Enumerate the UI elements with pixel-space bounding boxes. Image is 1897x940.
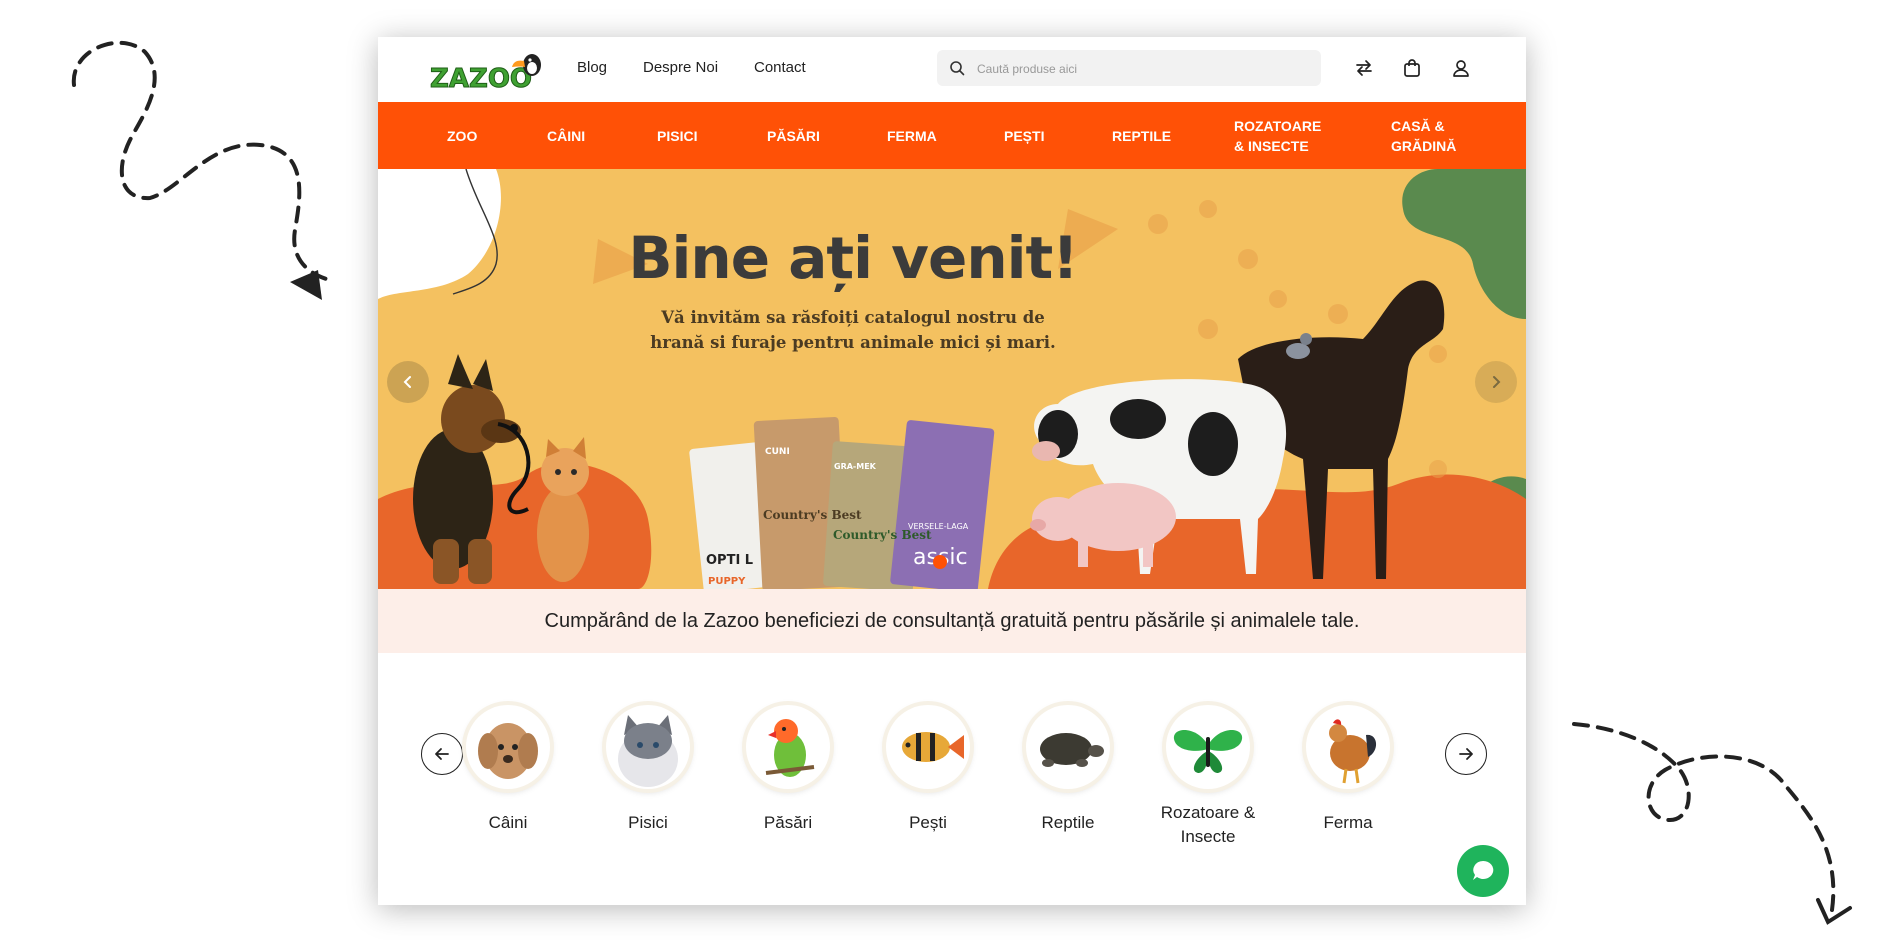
- category-label-pasari: Păsări: [763, 813, 813, 832]
- nav-item-pasari[interactable]: PĂSĂRI: [767, 102, 820, 169]
- product-puppy-label: PUPPY: [708, 576, 746, 587]
- nav-item-reptile[interactable]: REPTILE: [1112, 102, 1171, 169]
- category-nav: ZOO CÂINI PISICI PĂSĂRI FERMA PEȘTI REPT…: [378, 102, 1526, 169]
- product-countrys-best-1: Country's Best: [763, 508, 862, 522]
- hero-title: Bine ați venit!: [628, 224, 1078, 292]
- nav-link-contact[interactable]: Contact: [754, 59, 806, 76]
- arrow-right-icon: [1459, 748, 1473, 760]
- nav-item-rozatoare-line1: ROZATOARE: [1234, 117, 1322, 134]
- search-bar[interactable]: [937, 50, 1321, 88]
- category-label-caini: Câini: [488, 813, 528, 832]
- rooster-image: [1306, 705, 1390, 789]
- dashed-arrow-right-decoration: [1572, 722, 1852, 925]
- hero-banner: OPTI L PUPPY CUNI Country's Best Country…: [378, 169, 1526, 589]
- site-header: ZAZOO Blog Despre Noi Contact: [378, 37, 1526, 102]
- category-label-pisici: Pisici: [628, 813, 668, 832]
- product-opti-label: OPTI L: [706, 553, 753, 568]
- parrot-image: [746, 705, 830, 789]
- category-label-reptile: Reptile: [1041, 813, 1095, 832]
- arrow-left-icon: [435, 748, 449, 760]
- zazoo-logo[interactable]: ZAZOO: [428, 47, 548, 93]
- hero-next-button[interactable]: [1475, 361, 1517, 403]
- nav-item-casa-line1: CASĂ &: [1391, 117, 1445, 134]
- shopping-bag-icon[interactable]: [1401, 57, 1423, 79]
- category-label-ferma: Ferma: [1323, 813, 1373, 832]
- dashed-arrow-left-decoration: [71, 40, 332, 300]
- website-window: ZAZOO Blog Despre Noi Contact Caută prod…: [378, 37, 1526, 905]
- chevron-right-icon: [1493, 376, 1501, 388]
- nav-item-pisici[interactable]: PISICI: [657, 102, 697, 169]
- user-icon[interactable]: [1450, 57, 1472, 79]
- turtle-image: [1026, 705, 1110, 789]
- compare-arrows-icon[interactable]: [1353, 57, 1375, 79]
- nav-item-casa-gradina[interactable]: CASĂ & GRĂDINĂ: [1391, 102, 1456, 169]
- logo-text: ZAZOO: [430, 64, 532, 93]
- nav-link-about[interactable]: Despre Noi: [643, 59, 718, 76]
- nav-item-ferma[interactable]: FERMA: [887, 102, 937, 169]
- hero-prev-button[interactable]: [387, 361, 429, 403]
- nav-item-rozatoare[interactable]: ROZATOARE & INSECTE: [1234, 102, 1321, 169]
- butterfly-image: [1166, 705, 1250, 789]
- chevron-left-icon: [403, 376, 411, 388]
- nav-item-rozatoare-line2: & INSECTE: [1234, 137, 1309, 154]
- product-cuni-label: CUNI: [765, 447, 790, 457]
- hero-subtitle: Vă invităm sa răsfoiți catalogul nostru …: [648, 305, 1058, 355]
- product-versele-label: VERSELE-LAGA: [908, 522, 969, 531]
- chat-button[interactable]: [1457, 845, 1509, 897]
- hero-subtitle-line-2: hrană si furaje pentru animale mici și m…: [650, 333, 1056, 352]
- nav-link-blog[interactable]: Blog: [577, 59, 607, 76]
- chat-bubble-icon: [1473, 860, 1494, 880]
- cat-image: [606, 705, 690, 789]
- nav-item-caini[interactable]: CÂINI: [547, 102, 585, 169]
- hero-subtitle-line-1: Vă invităm sa răsfoiți catalogul nostru …: [661, 308, 1045, 327]
- nav-item-casa-line2: GRĂDINĂ: [1391, 137, 1457, 154]
- nav-item-pesti[interactable]: PEȘTI: [1004, 102, 1044, 169]
- categories-next-button[interactable]: [1445, 733, 1487, 775]
- nav-item-zoo[interactable]: ZOO: [447, 102, 477, 169]
- categories-prev-button[interactable]: [421, 733, 463, 775]
- fish-image: [886, 705, 970, 789]
- search-icon: [950, 61, 965, 76]
- category-label-pesti: Pești: [909, 813, 947, 832]
- hero-slide-dot[interactable]: [933, 555, 947, 569]
- dog-image: [466, 705, 550, 789]
- search-input[interactable]: [975, 50, 1309, 88]
- product-gramek-label: GRA-MEK: [834, 462, 877, 471]
- consultancy-notice: Cumpărând de la Zazoo beneficiezi de con…: [378, 589, 1526, 653]
- category-label-rozatoare-insecte: Rozatoare & Insecte: [1160, 803, 1256, 846]
